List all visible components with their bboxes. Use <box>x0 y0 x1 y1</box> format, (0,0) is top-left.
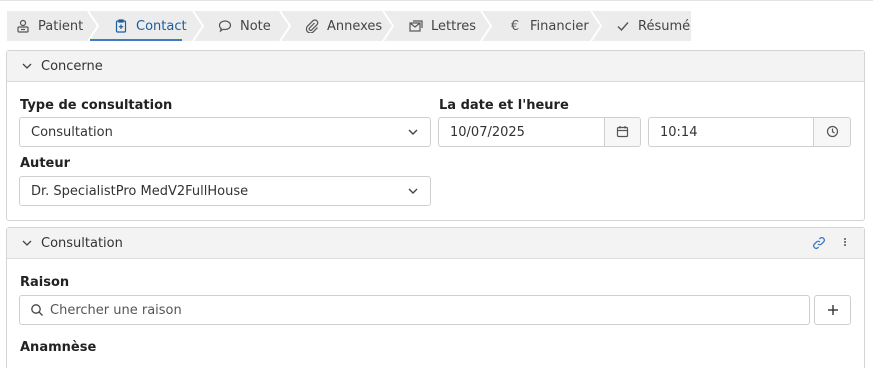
time-input[interactable]: 10:14 <box>648 117 815 147</box>
chevron-down-icon <box>406 125 420 139</box>
calendar-icon <box>616 123 629 142</box>
consultation-type-select[interactable]: Consultation <box>19 117 431 147</box>
calendar-button[interactable] <box>604 117 641 147</box>
link-icon[interactable] <box>812 236 826 254</box>
tab-resume[interactable]: Résumé <box>615 11 690 41</box>
chevron-down-icon <box>21 236 35 250</box>
clock-button[interactable] <box>813 117 851 147</box>
tab-patient[interactable]: Patient <box>15 11 83 41</box>
more-options-icon[interactable] <box>843 235 847 253</box>
tab-financier[interactable]: € Financier <box>507 11 589 41</box>
tab-label: Patient <box>38 18 84 34</box>
tab-label: Contact <box>136 18 187 34</box>
patient-icon <box>15 18 31 34</box>
top-divider <box>0 0 873 1</box>
search-icon <box>30 303 44 317</box>
date-value: 10/07/2025 <box>450 124 525 140</box>
concerne-panel-header[interactable]: Concerne <box>7 51 864 82</box>
reason-label: Raison <box>20 275 70 290</box>
tab-note[interactable]: Note <box>217 11 271 41</box>
tab-label: Résumé <box>638 18 691 34</box>
clipboard-plus-icon <box>113 18 129 34</box>
author-value: Dr. SpecialistPro MedV2FullHouse <box>31 183 249 199</box>
chevron-down-icon <box>21 59 35 73</box>
author-label: Auteur <box>20 156 71 171</box>
consultation-type-value: Consultation <box>31 124 113 140</box>
tab-annexes[interactable]: Annexes <box>304 11 382 41</box>
tab-label: Financier <box>530 18 589 34</box>
letters-icon <box>408 18 424 34</box>
reason-search-input[interactable]: Chercher une raison <box>19 295 810 325</box>
tab-lettres[interactable]: Lettres <box>408 11 476 41</box>
author-select[interactable]: Dr. SpecialistPro MedV2FullHouse <box>19 176 431 206</box>
tab-label: Annexes <box>327 18 383 34</box>
plus-icon <box>827 301 839 320</box>
tab-separator <box>382 11 395 41</box>
tab-separator <box>480 11 493 41</box>
chevron-down-icon <box>406 184 420 198</box>
panel-title: Concerne <box>41 58 103 74</box>
tab-separator <box>87 11 100 41</box>
euro-icon: € <box>510 18 520 34</box>
anamnesis-label: Anamnèse <box>20 340 97 355</box>
active-tab-indicator <box>90 39 182 41</box>
add-reason-button[interactable] <box>814 295 851 325</box>
consultation-type-label: Type de consultation <box>20 98 173 113</box>
consultation-panel-header[interactable]: Consultation <box>7 228 864 259</box>
clock-icon <box>826 123 839 142</box>
tab-label: Lettres <box>431 18 477 34</box>
tab-separator <box>590 11 603 41</box>
tab-contact[interactable]: Contact <box>113 11 187 41</box>
date-time-label: La date et l'heure <box>439 98 569 113</box>
speech-bubble-icon <box>217 18 233 34</box>
reason-placeholder: Chercher une raison <box>50 302 182 318</box>
check-icon <box>615 18 631 34</box>
tab-separator <box>279 11 292 41</box>
paperclip-icon <box>304 18 320 34</box>
time-value: 10:14 <box>660 124 698 140</box>
tab-label: Note <box>240 18 271 34</box>
date-input[interactable]: 10/07/2025 <box>438 117 606 147</box>
tab-separator <box>192 11 205 41</box>
tab-bar: Patient Contact Note Annexes Lettres € F… <box>7 11 691 41</box>
panel-title: Consultation <box>41 235 123 251</box>
